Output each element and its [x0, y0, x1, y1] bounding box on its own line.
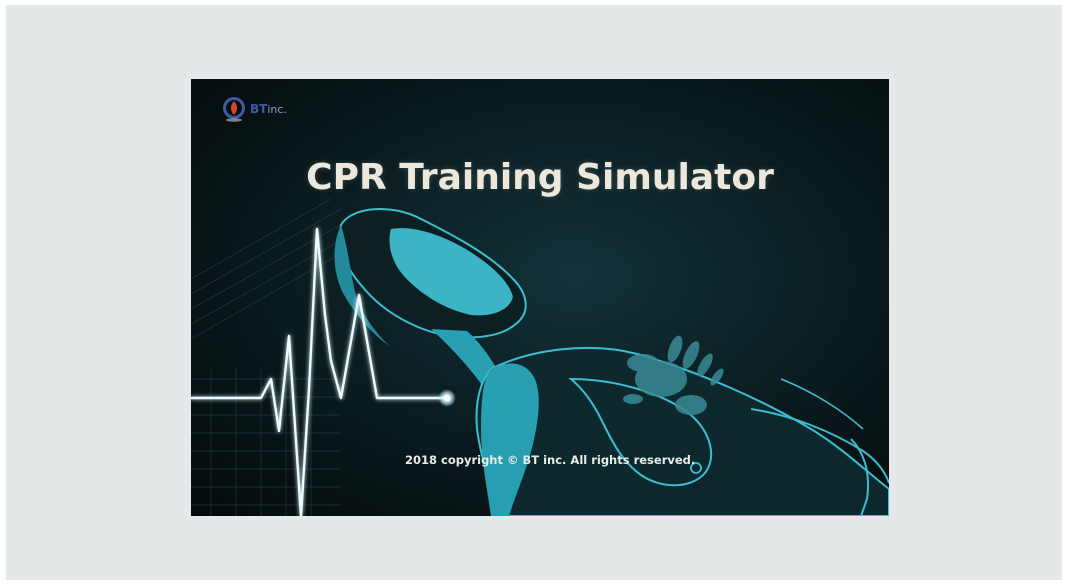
bt-inc-logo: BTinc. — [221, 95, 287, 123]
logo-brand: BT — [250, 102, 268, 116]
splash-screen: BTinc. CPR Training Simulator 2018 copyr… — [191, 79, 889, 516]
bt-inc-logo-icon — [223, 97, 245, 122]
copyright-notice: 2018 copyright © BT inc. All rights rese… — [405, 453, 696, 467]
app-title: CPR Training Simulator — [306, 157, 774, 198]
logo-sub: inc. — [267, 103, 287, 116]
manikin-body — [334, 208, 889, 516]
cpr-manikin-illustration — [191, 198, 889, 516]
